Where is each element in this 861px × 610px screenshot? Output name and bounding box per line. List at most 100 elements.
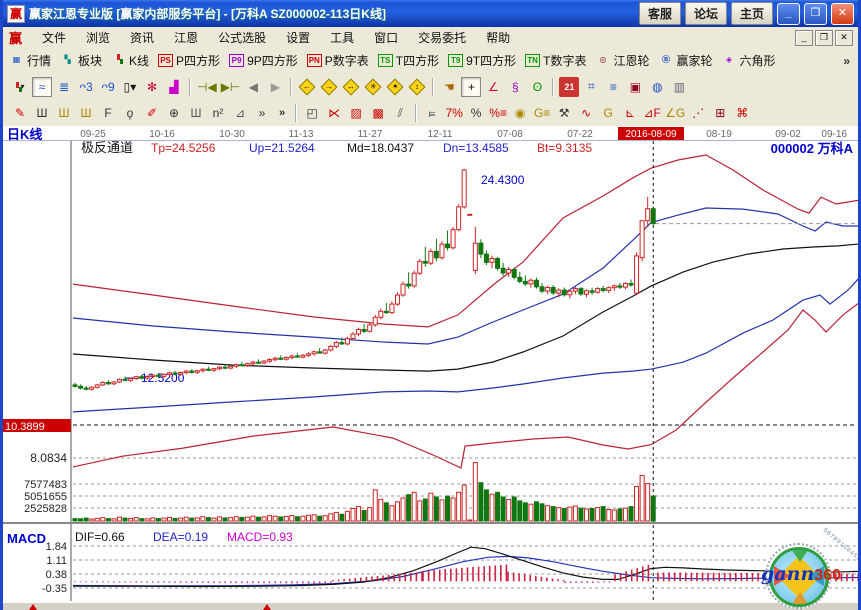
draw-f-angle-icon[interactable]: ⊿F — [642, 103, 662, 123]
nav-bars-9-icon[interactable]: ᴖ9 — [98, 77, 118, 97]
draw-gold-lines-icon[interactable]: G≡ — [532, 103, 552, 123]
homepage-button[interactable]: 主页 — [731, 2, 773, 25]
menu-item-交易委托[interactable]: 交易委托 — [408, 27, 476, 48]
mdi-minimize-button[interactable]: _ — [795, 30, 813, 46]
draw-gavel-tool-icon[interactable]: ⚒ — [554, 103, 574, 123]
toolbar-hexagon[interactable]: ◈六角形 — [722, 52, 776, 69]
menu-item-浏览[interactable]: 浏览 — [76, 27, 120, 48]
nav-zoom-v-diamond-icon[interactable]: ↕ — [407, 77, 427, 97]
nav-crosshair-tool-icon[interactable]: + — [461, 77, 481, 97]
draw-pencil-red-icon[interactable]: ✎ — [10, 103, 30, 123]
nav-export-globe-icon[interactable]: ◍ — [647, 77, 667, 97]
nav-color-chart-icon[interactable]: ▟ — [164, 77, 184, 97]
draw-speed-line-icon[interactable]: ⋰ — [688, 103, 708, 123]
draw-fibonacci-comb-icon[interactable]: F — [98, 103, 118, 123]
draw-angle-ruler-icon[interactable]: ⊿ — [230, 103, 250, 123]
toolbar-gann-wheel[interactable]: ◎江恩轮 — [595, 52, 649, 69]
nav-prev-bar-icon[interactable]: ◀ — [243, 77, 263, 97]
toolbar-overflow-icon[interactable]: » — [843, 54, 850, 68]
draw-seven-percent-icon[interactable]: 7% — [444, 103, 464, 123]
draw-red-grid-1-icon[interactable]: ▨ — [346, 103, 366, 123]
axis-date-label: 10-30 — [219, 129, 245, 140]
draw-win-tool-icon[interactable]: ⊞ — [710, 103, 730, 123]
draw-n2-comb-icon[interactable]: n² — [208, 103, 228, 123]
toolbar-p9-square[interactable]: P99P四方形 — [229, 52, 298, 69]
mdi-close-button[interactable]: ✕ — [835, 30, 853, 46]
draw-gold-box-icon[interactable]: G — [598, 103, 618, 123]
nav-zoom-right-diamond-icon[interactable]: → — [319, 77, 339, 97]
draw-golden-comb-2-icon[interactable]: Ш — [76, 103, 96, 123]
menu-item-文件[interactable]: 文件 — [32, 27, 76, 48]
draw-spiral-tool-icon[interactable]: ϙ — [120, 103, 140, 123]
toolbar-winner-wheel[interactable]: Ⓑ赢家轮 — [658, 52, 712, 69]
toolbar-kline[interactable]: K线 — [111, 52, 149, 69]
draw-gann-comb-icon[interactable]: Ш — [32, 103, 52, 123]
draw-bar-ruler-icon[interactable]: ⫢ — [422, 103, 442, 123]
draw-golden-comb-1-icon[interactable]: Ш — [54, 103, 74, 123]
kline-chart-canvas[interactable]: 09-2510-1610-3011-1311-2712-1107-0807-22… — [3, 126, 858, 602]
nav-report-doc-icon[interactable]: ≡ — [603, 77, 623, 97]
nav-bars-3-icon[interactable]: ᴖ3 — [76, 77, 96, 97]
nav-first-bar-icon[interactable]: ⊣◀ — [196, 77, 218, 97]
bottom-scroll-strip[interactable] — [3, 602, 858, 610]
nav-data-truck-icon[interactable]: ▥ — [669, 77, 689, 97]
nav-number-pad-icon[interactable]: ⌗ — [581, 77, 601, 97]
maximize-button[interactable]: ❐ — [804, 3, 827, 25]
nav-figure-tool-icon[interactable]: ✻ — [142, 77, 162, 97]
draw-gold-circle-icon[interactable]: ◉ — [510, 103, 530, 123]
toolbar-p-square[interactable]: PSP四方形 — [158, 52, 220, 69]
nav-zoom-star-diamond-icon[interactable]: ✶ — [385, 77, 405, 97]
channel-md-value: Md=18.0437 — [347, 141, 414, 155]
draw-slash-lines-icon[interactable]: ⫽ — [390, 103, 410, 123]
nav-last-bar-icon[interactable]: ▶⊢ — [220, 77, 242, 97]
nav-zoom-h-diamond-icon[interactable]: ↔ — [341, 77, 361, 97]
p-square-label: P四方形 — [176, 52, 220, 69]
nav-candle-style-dropdown-icon[interactable]: ▯▾ — [120, 77, 140, 97]
nav-next-bar-icon[interactable]: ▶ — [265, 77, 285, 97]
draw-gold-angle-icon[interactable]: ∠G — [664, 103, 686, 123]
forum-button[interactable]: 论坛 — [685, 2, 727, 25]
menu-item-设置[interactable]: 设置 — [276, 27, 320, 48]
menu-item-工具[interactable]: 工具 — [320, 27, 364, 48]
toolbar-quote-table[interactable]: ▦行情 — [9, 52, 51, 69]
draw-toolbar-overflow-icon[interactable]: » — [279, 107, 285, 119]
nav-zigzag-tool-icon[interactable]: ≈ — [32, 77, 52, 97]
chart-area[interactable]: 09-2510-1610-3011-1311-2712-1107-0807-22… — [3, 126, 858, 602]
nav-pan-hand-icon[interactable]: ☚ — [439, 77, 459, 97]
draw-brush-red-icon[interactable]: ✐ — [142, 103, 162, 123]
mdi-restore-button[interactable]: ❐ — [815, 30, 833, 46]
draw-red-grid-2-icon[interactable]: ▩ — [368, 103, 388, 123]
draw-red-rays-icon[interactable]: ⋉ — [324, 103, 344, 123]
nav-pattern-tool-icon[interactable]: ʘ — [527, 77, 547, 97]
nav-period-dropdown-icon[interactable]: ▾ — [10, 77, 30, 97]
toolbar-p-number-table[interactable]: PNP数字表 — [307, 52, 369, 69]
nav-angle-tool-icon[interactable]: ∠ — [483, 77, 503, 97]
draw-cycle-comb-icon[interactable]: ⊕ — [164, 103, 184, 123]
draw-wave-red-icon[interactable]: ∿ — [576, 103, 596, 123]
nav-note-tool-icon[interactable]: ≣ — [54, 77, 74, 97]
minimize-button[interactable]: _ — [777, 3, 800, 25]
nav-zoom-left-diamond-icon[interactable]: ← — [297, 77, 317, 97]
menu-item-公式选股[interactable]: 公式选股 — [208, 27, 276, 48]
draw-overflow-1-icon[interactable]: » — [252, 103, 272, 123]
menu-item-帮助[interactable]: 帮助 — [476, 27, 520, 48]
menu-item-资讯[interactable]: 资讯 — [120, 27, 164, 48]
menu-item-窗口[interactable]: 窗口 — [364, 27, 408, 48]
draw-box-rays-icon[interactable]: ◰ — [302, 103, 322, 123]
draw-j-angle-icon[interactable]: ⊾ — [620, 103, 640, 123]
menu-item-江恩[interactable]: 江恩 — [164, 27, 208, 48]
toolbar-t-square[interactable]: TST四方形 — [378, 52, 439, 69]
toolbar-t-number-table[interactable]: TNT数字表 — [525, 52, 586, 69]
draw-four-tool-icon[interactable]: ⌘ — [732, 103, 752, 123]
draw-time-comb-icon[interactable]: Ш — [186, 103, 206, 123]
draw-percent-lines-icon[interactable]: %≡ — [488, 103, 508, 123]
toolbar-sector-blocks[interactable]: ▚板块 — [60, 52, 102, 69]
nav-calendar-21-icon[interactable]: 21 — [559, 77, 579, 97]
customer-service-button[interactable]: 客服 — [639, 2, 681, 25]
close-button[interactable]: ✕ — [831, 3, 854, 25]
toolbar-t9-square[interactable]: T99T四方形 — [448, 52, 516, 69]
nav-save-floppy-icon[interactable]: ▣ — [625, 77, 645, 97]
draw-percent-tool-icon[interactable]: % — [466, 103, 486, 123]
nav-stamp-tool-icon[interactable]: § — [505, 77, 525, 97]
nav-zoom-burst-diamond-icon[interactable]: ✳ — [363, 77, 383, 97]
